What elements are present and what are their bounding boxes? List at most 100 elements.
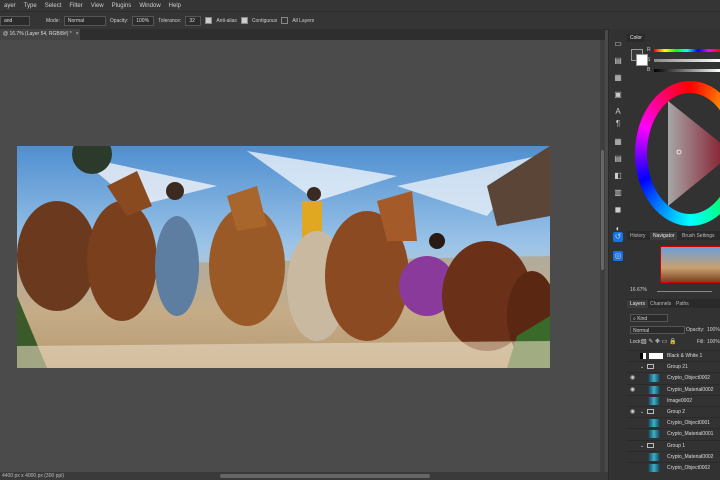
layer-name: Group 1 [667, 442, 686, 449]
gradients-icon[interactable]: ◧ [613, 171, 623, 181]
chevron-down-icon[interactable]: ⌄ [640, 362, 644, 372]
right-panels: Color R S B History Navigator Brush Sett… [627, 29, 720, 480]
layer-thumbnail[interactable] [648, 452, 660, 461]
layer-row[interactable]: Crypto_Material0002 [627, 450, 720, 462]
character-icon[interactable]: A [613, 107, 623, 117]
layer-row[interactable]: Crypto_Object0001 [627, 417, 720, 428]
menu-filter[interactable]: Filter [65, 3, 86, 9]
zoom-slider[interactable] [657, 291, 712, 292]
swatches-icon[interactable]: ▦ [613, 137, 623, 147]
close-icon[interactable]: × [76, 31, 79, 37]
tab-brush-settings[interactable]: Brush Settings [679, 232, 718, 240]
saturation-slider[interactable] [654, 59, 720, 62]
layer-thumbnail[interactable] [648, 430, 660, 439]
layer-group-row[interactable]: ⌄ Group 21 [627, 361, 720, 372]
layer-name: Crypto_Material0002 [667, 386, 714, 393]
opacity-label: Opacity: [109, 17, 129, 24]
layer-row[interactable]: ◉ Crypto_Object0002 [627, 372, 720, 383]
color-triangle[interactable] [663, 101, 720, 206]
tab-navigator[interactable]: Navigator [650, 232, 678, 240]
all-layers-checkbox[interactable] [281, 17, 289, 24]
properties-icon[interactable]: ▣ [613, 90, 623, 100]
tab-layers[interactable]: Layers [627, 300, 649, 308]
layer-thumbnail[interactable] [648, 464, 660, 472]
menu-plugins[interactable]: Plugins [108, 3, 136, 9]
layer-thumbnail[interactable] [648, 374, 660, 383]
visibility-eye-icon[interactable] [630, 431, 636, 437]
artwork-image[interactable] [17, 146, 550, 368]
document-tab-title: @ 16.7% (Layer 54, RGB/8#) * [3, 31, 72, 37]
opacity-field[interactable]: 100% [132, 15, 155, 26]
visibility-eye-icon[interactable] [630, 420, 636, 426]
layer-thumbnail[interactable] [648, 385, 660, 394]
styles-icon[interactable]: ▥ [613, 188, 623, 198]
layer-list: Black & White 1 ⌄ Group 21 ◉ Crypto_Object00… [627, 350, 720, 480]
visibility-eye-icon[interactable] [630, 465, 636, 471]
layer-row[interactable]: Image0002 [627, 394, 720, 406]
tab-channels[interactable]: Channels [647, 300, 674, 308]
document-tab[interactable]: @ 16.7% (Layer 54, RGB/8#) * × [0, 29, 80, 40]
visibility-eye-icon[interactable] [630, 353, 636, 359]
menu-view[interactable]: View [87, 3, 108, 9]
layer-group-row[interactable]: ⌄ Group 1 [627, 439, 720, 451]
layer-row[interactable]: Crypto_Material0001 [627, 428, 720, 439]
visibility-eye-icon[interactable] [630, 454, 636, 460]
color-r-label: R [647, 47, 651, 53]
comment-icon[interactable]: ▭ [613, 39, 623, 49]
fill-label: Fill: [697, 339, 705, 345]
navigator-icon[interactable]: ◎ [613, 251, 623, 261]
menu-select[interactable]: Select [41, 3, 66, 9]
visibility-eye-icon[interactable] [630, 398, 636, 404]
mode-dropdown[interactable]: Normal [63, 15, 106, 26]
patterns-icon[interactable]: ▤ [613, 154, 623, 164]
layer-thumbnail[interactable] [648, 396, 660, 405]
visibility-eye-icon[interactable]: ◉ [630, 387, 636, 393]
libraries-icon[interactable]: ▤ [613, 56, 623, 66]
contiguous-checkbox[interactable] [240, 17, 248, 24]
layer-opacity-value[interactable]: 100% [707, 327, 720, 333]
visibility-eye-icon[interactable]: ◉ [630, 409, 636, 415]
tool-preset-dropdown[interactable]: and [0, 15, 30, 26]
visibility-eye-icon[interactable]: ◉ [630, 375, 636, 381]
paragraph-icon[interactable]: ¶ [613, 119, 623, 129]
tolerance-field[interactable]: 32 [185, 15, 202, 26]
navigator-zoom[interactable]: 16.67% [630, 287, 647, 293]
layer-mask-thumbnail[interactable] [649, 353, 663, 359]
layer-row[interactable]: ◉ Crypto_Material0002 [627, 383, 720, 395]
color-wheel[interactable] [635, 81, 720, 226]
chevron-down-icon[interactable]: ⌄ [640, 407, 644, 417]
menu-window[interactable]: Window [135, 3, 164, 9]
visibility-eye-icon[interactable] [630, 443, 636, 449]
menu-help[interactable]: Help [165, 3, 185, 9]
adjustments-icon[interactable]: ▦ [613, 73, 623, 83]
visibility-eye-icon[interactable] [630, 364, 636, 370]
fill-value[interactable]: 100% [707, 339, 720, 345]
document-size: 4400 px x 4000 px (300 ppi) [2, 473, 64, 479]
menu-bar: ayer Type Select Filter View Plugins Win… [0, 0, 720, 11]
layer-filter-kind[interactable]: ⌕ Kind [630, 314, 668, 322]
tab-history[interactable]: History [627, 232, 649, 240]
navigator-preview[interactable] [660, 246, 720, 283]
history-icon[interactable]: ↺ [613, 232, 623, 242]
layer-group-row[interactable]: ◉ ⌄ Group 2 [627, 406, 720, 417]
tab-color[interactable]: Color [627, 34, 645, 42]
horizontal-scrollbar[interactable] [220, 474, 430, 478]
color-b-label: B [647, 67, 651, 73]
adjustment-icon [640, 353, 646, 359]
brightness-slider[interactable] [654, 69, 720, 72]
antialias-checkbox[interactable] [205, 17, 213, 24]
red-slider[interactable] [654, 49, 720, 52]
lock-icons[interactable]: ▧ ✎ ✥ ▭ 🔒 [641, 338, 677, 345]
layer-name: Group 21 [667, 364, 688, 371]
tab-paths[interactable]: Paths [673, 300, 692, 308]
blend-mode-dropdown[interactable]: Normal [630, 326, 685, 334]
menu-type[interactable]: Type [20, 3, 41, 9]
layer-row[interactable]: Crypto_Object0002 [627, 462, 720, 473]
layer-thumbnail[interactable] [648, 419, 660, 428]
shapes-icon[interactable]: ◼ [613, 205, 623, 215]
chevron-down-icon[interactable]: ⌄ [640, 441, 644, 451]
menu-layer[interactable]: ayer [0, 3, 20, 9]
vertical-scrollbar[interactable] [601, 150, 604, 270]
layer-name: Black & White 1 [667, 353, 703, 359]
layer-row[interactable]: Black & White 1 [627, 350, 720, 361]
